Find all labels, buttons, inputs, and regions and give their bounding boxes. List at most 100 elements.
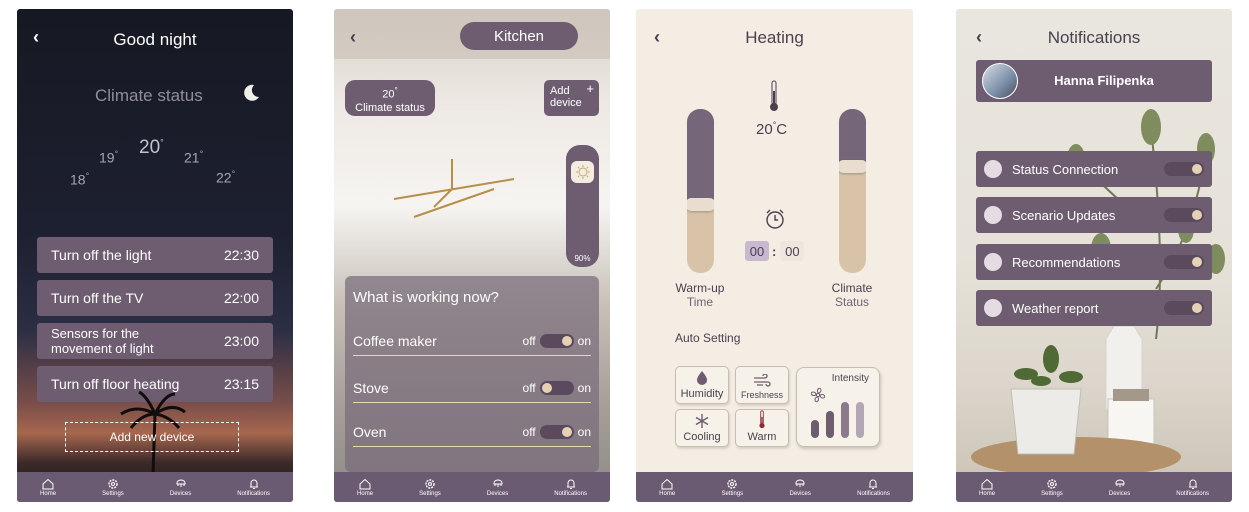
toggle-knob — [541, 382, 552, 393]
warmup-subtitle: Time — [686, 295, 714, 309]
humidity-button[interactable]: Humidity — [675, 366, 729, 404]
intensity-bar[interactable] — [856, 402, 864, 438]
nav-settings[interactable]: Settings — [721, 478, 743, 497]
notification-toggle[interactable] — [1164, 162, 1204, 176]
back-button[interactable]: ‹ — [350, 27, 356, 48]
bell-icon — [1188, 479, 1197, 489]
devices-icon — [176, 479, 186, 487]
status-dot — [984, 160, 1002, 178]
notification-toggle[interactable] — [1164, 301, 1204, 315]
nav-notifications[interactable]: Notifications — [237, 478, 270, 497]
nav-devices[interactable]: Devices — [487, 478, 508, 497]
gear-icon — [1047, 478, 1057, 489]
toggle-knob — [561, 426, 572, 437]
light-level-slider[interactable]: 90% — [566, 145, 599, 267]
add-new-device-button[interactable]: Add new device — [65, 422, 239, 452]
on-label: on — [577, 424, 591, 439]
slider-thumb[interactable] — [839, 160, 866, 173]
cooling-button[interactable]: Cooling — [675, 409, 729, 447]
home-icon — [42, 478, 54, 489]
device-toggle[interactable] — [539, 333, 574, 348]
user-profile-card[interactable]: Hanna Filipenka — [976, 60, 1212, 102]
nav-notifications[interactable]: Notifications — [857, 478, 890, 497]
temperature-19: 19° — [99, 149, 119, 166]
thermometer-icon — [759, 410, 765, 429]
nav-home[interactable]: Home — [659, 478, 675, 497]
on-label: on — [577, 333, 591, 348]
climate-label: Climate Status — [822, 281, 882, 309]
nav-home[interactable]: Home — [40, 478, 56, 497]
nav-home[interactable]: Home — [357, 478, 373, 497]
freshness-button[interactable]: Freshness — [735, 366, 789, 404]
task-item[interactable]: Sensors for the movement of light 23:00 — [37, 323, 273, 359]
warm-button[interactable]: Warm — [735, 409, 789, 447]
intensity-bar[interactable] — [841, 402, 849, 438]
nav-notifications[interactable]: Notifications — [1176, 478, 1209, 497]
nav-label: Devices — [169, 490, 192, 497]
nav-label: Settings — [102, 490, 124, 497]
moon-icon — [244, 84, 259, 101]
wind-icon — [754, 374, 771, 387]
warmup-time-slider[interactable] — [687, 109, 714, 273]
status-dot — [984, 253, 1002, 271]
task-time: 22:00 — [223, 290, 259, 306]
device-name: Oven — [353, 423, 387, 440]
toggle-knob — [1192, 303, 1202, 313]
nav-settings[interactable]: Settings — [419, 478, 441, 497]
task-label: Turn off the TV — [51, 289, 144, 306]
working-devices-panel: What is working now? Coffee maker off on … — [345, 276, 599, 472]
nav-label: Notifications — [1176, 490, 1209, 497]
intensity-bar[interactable] — [826, 411, 834, 438]
timer-hours[interactable]: 00 — [745, 241, 769, 261]
alarm-clock-icon — [766, 209, 784, 229]
gear-icon — [108, 478, 118, 489]
user-name: Hanna Filipenka — [1054, 73, 1154, 88]
timer-display: 00 : 00 — [745, 240, 805, 262]
nav-home[interactable]: Home — [979, 478, 995, 497]
notification-toggle[interactable] — [1164, 208, 1204, 222]
nav-notifications[interactable]: Notifications — [554, 478, 587, 497]
task-label: Sensors for the movement of light — [51, 326, 154, 356]
climate-status-button[interactable]: 20° Climate status — [345, 80, 435, 116]
climate-status-slider[interactable] — [839, 109, 866, 273]
fan-icon — [810, 387, 826, 403]
notification-label: Weather report — [1012, 300, 1099, 316]
device-toggle[interactable] — [539, 424, 574, 439]
timer-minutes[interactable]: 00 — [780, 241, 805, 261]
page-title: Heating — [745, 28, 804, 47]
climate-title: Climate — [831, 281, 873, 295]
toggle-knob — [1192, 164, 1202, 174]
gear-icon — [425, 478, 435, 489]
panel-title: What is working now? — [353, 289, 499, 306]
on-label: on — [577, 380, 591, 395]
bell-icon — [566, 479, 575, 489]
nav-devices[interactable]: Devices — [789, 478, 811, 497]
intensity-control[interactable]: Intensity — [796, 367, 880, 447]
light-level-value: 90% — [574, 254, 591, 263]
notification-toggle[interactable] — [1164, 255, 1204, 269]
notification-label: Scenario Updates — [1012, 207, 1116, 223]
device-row: Stove off on — [353, 373, 591, 403]
nav-label: Notifications — [554, 490, 587, 497]
heating-screen: ‹ Heating Warm-up Time 20°C 00 : 00 Clim… — [636, 9, 913, 502]
task-item[interactable]: Turn off the light 22:30 — [37, 237, 273, 273]
kitchen-screen: ‹ Kitchen 20° Climate status + Add devic… — [334, 9, 610, 502]
device-name: Stove — [353, 379, 389, 396]
device-toggle[interactable] — [539, 380, 574, 395]
device-row: Coffee maker off on — [353, 326, 591, 356]
nav-settings[interactable]: Settings — [102, 478, 124, 497]
task-item[interactable]: Turn off the TV 22:00 — [37, 280, 273, 316]
slider-thumb[interactable] — [687, 198, 714, 211]
nav-devices[interactable]: Devices — [170, 478, 191, 497]
bottom-nav: Home Settings Devices Notifications — [17, 472, 293, 502]
sun-icon — [571, 161, 594, 183]
home-icon — [661, 478, 673, 489]
intensity-bar[interactable] — [811, 420, 819, 438]
add-device-button[interactable]: + Add device — [544, 80, 599, 116]
bell-icon — [249, 479, 258, 489]
task-time: 23:00 — [223, 333, 259, 349]
warm-label: Warm — [747, 431, 777, 443]
nav-settings[interactable]: Settings — [1041, 478, 1063, 497]
nav-devices[interactable]: Devices — [1109, 478, 1130, 497]
room-title[interactable]: Kitchen — [460, 22, 578, 50]
